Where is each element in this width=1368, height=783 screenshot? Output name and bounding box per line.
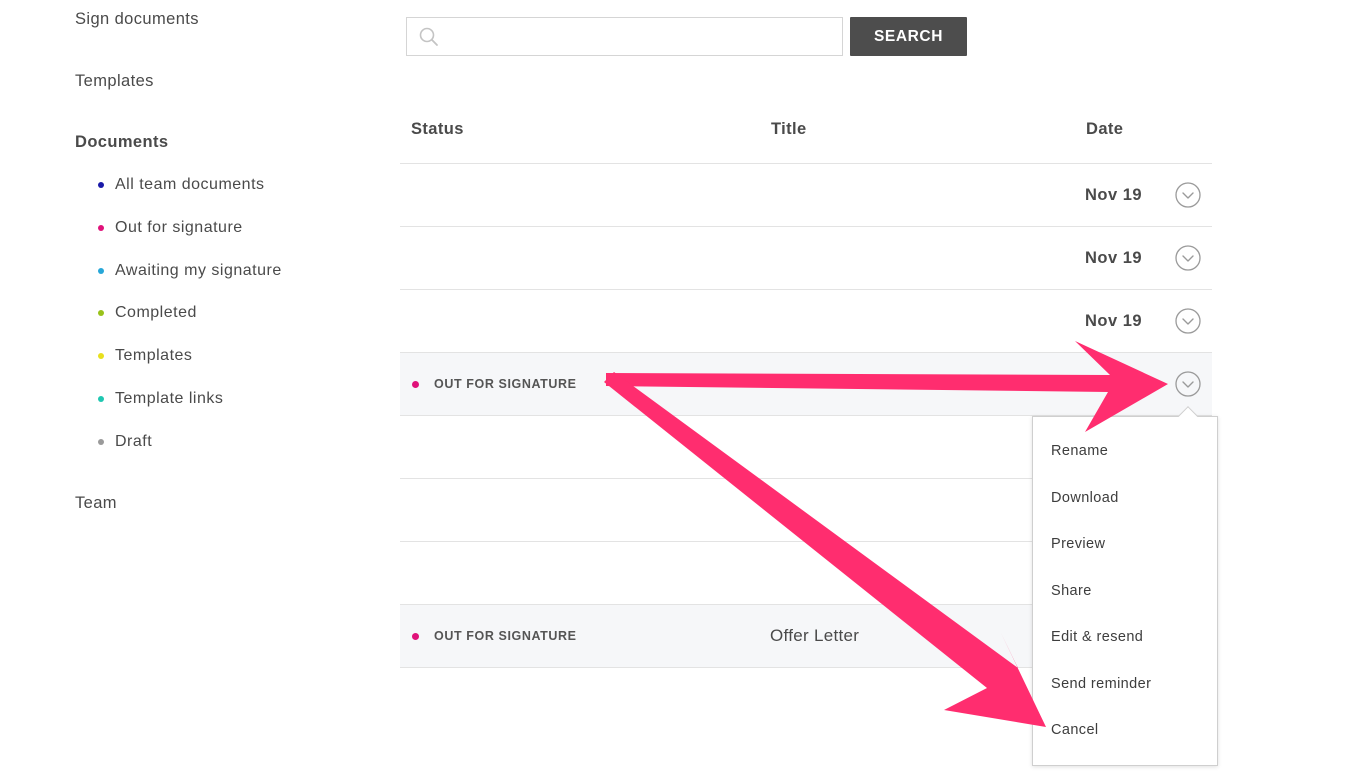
annotation-arrows xyxy=(604,341,1168,727)
annotation-arrow-to-cancel xyxy=(604,372,1046,727)
annotation-arrow-to-menu-toggle xyxy=(606,341,1168,432)
